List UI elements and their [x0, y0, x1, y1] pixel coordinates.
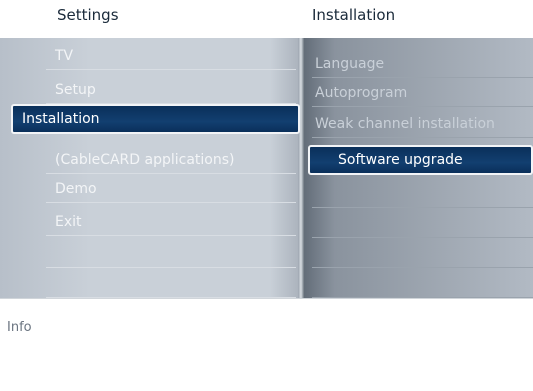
menu-item-empty	[46, 240, 296, 268]
submenu-item-weak-channel-installation[interactable]: Weak channel installation	[312, 110, 533, 138]
menu-item-demo[interactable]: Demo	[46, 175, 296, 203]
menu-item-empty	[46, 270, 296, 298]
submenu-item-empty	[312, 270, 533, 298]
submenu-item-language[interactable]: Language	[312, 50, 533, 78]
submenu-title: Installation	[312, 6, 396, 24]
menu-item-tv[interactable]: TV	[46, 42, 296, 70]
menu-item-cablecard[interactable]: (CableCARD applications)	[46, 146, 296, 174]
submenu-item-empty	[312, 210, 533, 238]
info-label: Info	[7, 320, 32, 335]
menu-title: Settings	[57, 6, 119, 24]
menu-item-exit[interactable]: Exit	[46, 208, 296, 236]
menu-header: Settings Installation	[0, 0, 533, 38]
menu-item-installation[interactable]: Installation	[11, 104, 300, 134]
submenu-item-software-upgrade[interactable]: Software upgrade	[308, 145, 533, 175]
panel-divider	[298, 38, 304, 298]
submenu-item-autoprogram[interactable]: Autoprogram	[312, 79, 533, 107]
submenu-item-empty	[312, 180, 533, 208]
menu-item-setup[interactable]: Setup	[46, 76, 296, 104]
info-area: Info	[0, 298, 533, 391]
submenu-item-empty	[312, 240, 533, 268]
